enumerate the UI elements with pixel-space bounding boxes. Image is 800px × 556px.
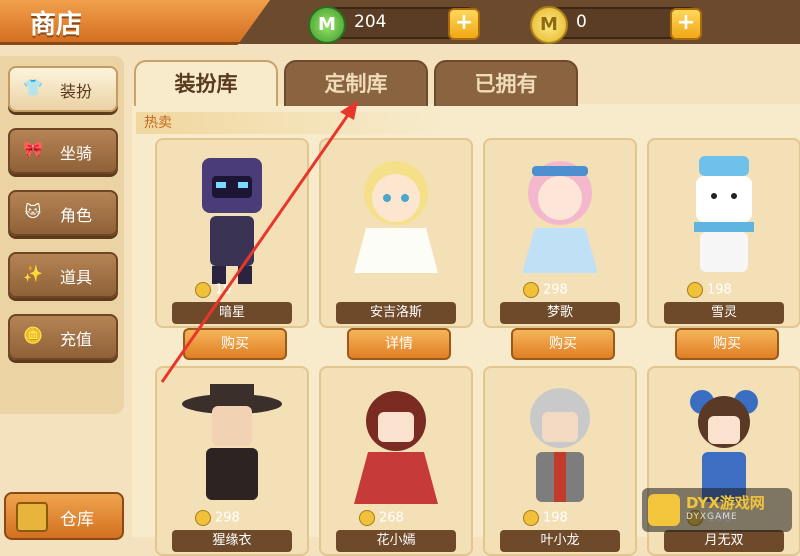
gamepad-icon	[648, 494, 680, 526]
watermark: DYX游戏网 DYXGAME	[642, 488, 792, 532]
watermark-title: DYX游戏网	[686, 494, 765, 512]
annotation-arrow	[160, 100, 358, 383]
watermark-subtitle: DYXGAME	[686, 512, 738, 522]
